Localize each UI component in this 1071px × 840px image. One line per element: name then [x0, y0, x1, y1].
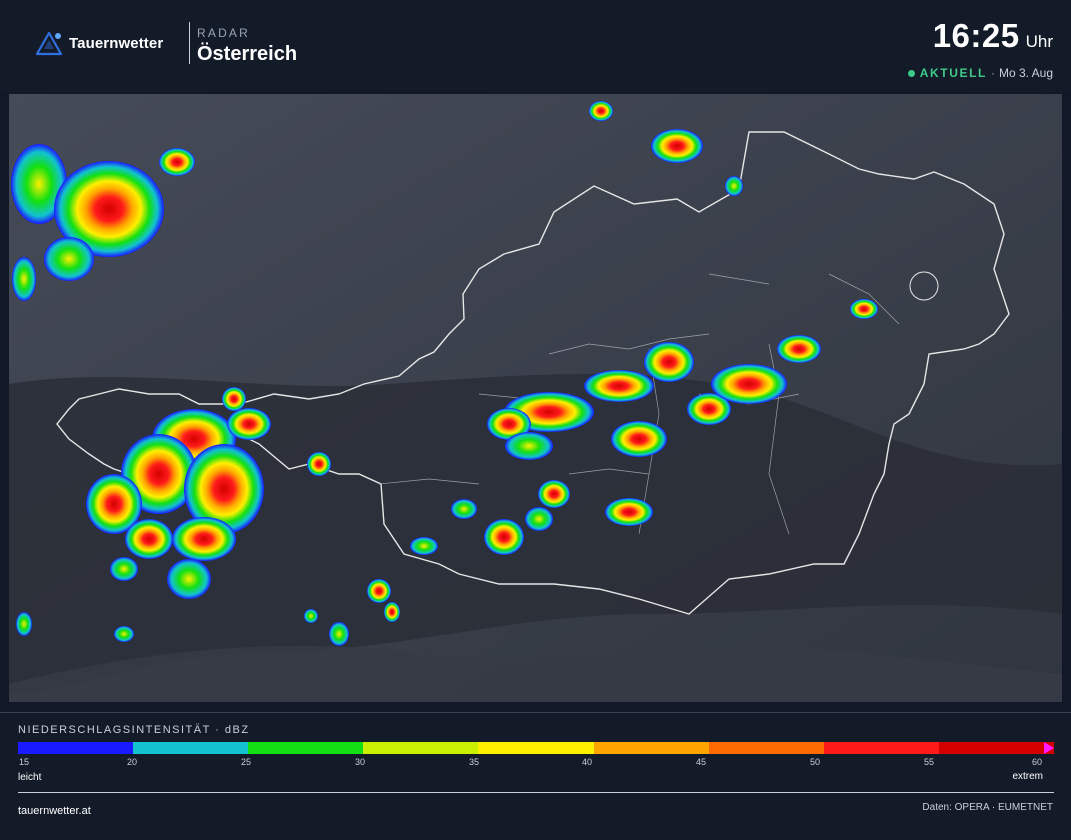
echo-cell: [484, 519, 524, 555]
brand-logo[interactable]: Tauernwetter: [36, 31, 163, 56]
echo-cell: [329, 622, 349, 646]
echo-cell: [222, 387, 246, 411]
echo-cell: [125, 519, 173, 559]
echo-cell: [384, 602, 400, 622]
data-credits: Daten: OPERA · EUMETNET: [922, 802, 1053, 813]
section-kicker: RADAR: [197, 26, 251, 40]
time-unit: Uhr: [1025, 32, 1053, 51]
scale-tick: 40: [581, 757, 593, 767]
echo-cell: [611, 421, 667, 457]
status-separator: ·: [990, 66, 995, 80]
scale-segment: [18, 742, 134, 754]
scale-tick: 20: [126, 757, 138, 767]
scale-segment: [478, 742, 594, 754]
status-line: AKTUELL · Mo 3. Aug: [907, 66, 1053, 80]
scale-tick: 60: [1031, 757, 1043, 767]
echo-cell: [44, 237, 94, 281]
scale-end-arrow-icon: [1044, 742, 1054, 754]
color-scale: [18, 742, 1054, 754]
scale-segment: [248, 742, 364, 754]
echo-cell: [159, 148, 195, 176]
scale-tick: 55: [923, 757, 935, 767]
intensity-legend: NIEDERSCHLAGSINTENSITÄT · dBZ 15 20 25 3…: [0, 712, 1071, 840]
echo-cell: [725, 176, 743, 196]
echo-cell: [16, 612, 32, 636]
radar-map-canvas: [9, 94, 1062, 702]
time-display: 16:25 Uhr: [933, 17, 1053, 55]
legend-title: NIEDERSCHLAGSINTENSITÄT · dBZ: [18, 724, 250, 736]
scale-segment: [823, 742, 939, 754]
scale-tick: 30: [354, 757, 366, 767]
scale-tick: 45: [695, 757, 707, 767]
echo-cell: [589, 101, 613, 121]
header-bar: Tauernwetter RADAR Österreich 16:25 Uhr …: [0, 0, 1071, 92]
site-link[interactable]: tauernwetter.at: [18, 805, 91, 817]
echo-cell: [451, 499, 477, 519]
status-date: Mo 3. Aug: [998, 66, 1053, 80]
header-divider: [189, 22, 190, 64]
echo-cell: [367, 579, 391, 603]
live-dot-icon: [907, 69, 915, 77]
footer-divider: [18, 792, 1054, 793]
echo-cell: [167, 559, 211, 599]
radar-map[interactable]: [9, 94, 1062, 702]
echo-cell: [644, 342, 694, 382]
echo-cell: [12, 257, 36, 301]
echo-cell: [410, 537, 438, 555]
scale-label-light: leicht: [18, 772, 42, 783]
scale-segment: [708, 742, 824, 754]
echo-cell: [505, 432, 553, 460]
echo-cell: [651, 129, 703, 163]
scale-tick: 25: [240, 757, 252, 767]
echo-cell: [584, 370, 654, 402]
echo-cell: [777, 335, 821, 363]
scale-tick: 50: [809, 757, 821, 767]
echo-cell: [307, 452, 331, 476]
scale-segment: [133, 742, 249, 754]
scale-tick: 15: [18, 757, 30, 767]
echo-cell: [538, 480, 570, 508]
brand-name: Tauernwetter: [69, 35, 164, 52]
echo-cell: [114, 626, 134, 642]
echo-cell: [711, 364, 787, 404]
current-time: 16:25: [932, 17, 1020, 54]
echo-cell: [227, 408, 271, 440]
scale-tick: 35: [468, 757, 480, 767]
mountain-logo-icon: [36, 31, 63, 56]
echo-cell: [850, 299, 878, 319]
scale-segment: [593, 742, 709, 754]
echo-cell: [172, 517, 236, 561]
echo-cell: [605, 498, 653, 526]
status-live-label: AKTUELL: [919, 66, 987, 80]
scale-label-extreme: extrem: [1012, 771, 1043, 782]
page-title: Österreich: [197, 43, 298, 65]
scale-segment: [938, 742, 1054, 754]
echo-cell: [110, 557, 138, 581]
echo-cell: [525, 507, 553, 531]
echo-cell: [304, 609, 318, 623]
scale-segment: [363, 742, 479, 754]
